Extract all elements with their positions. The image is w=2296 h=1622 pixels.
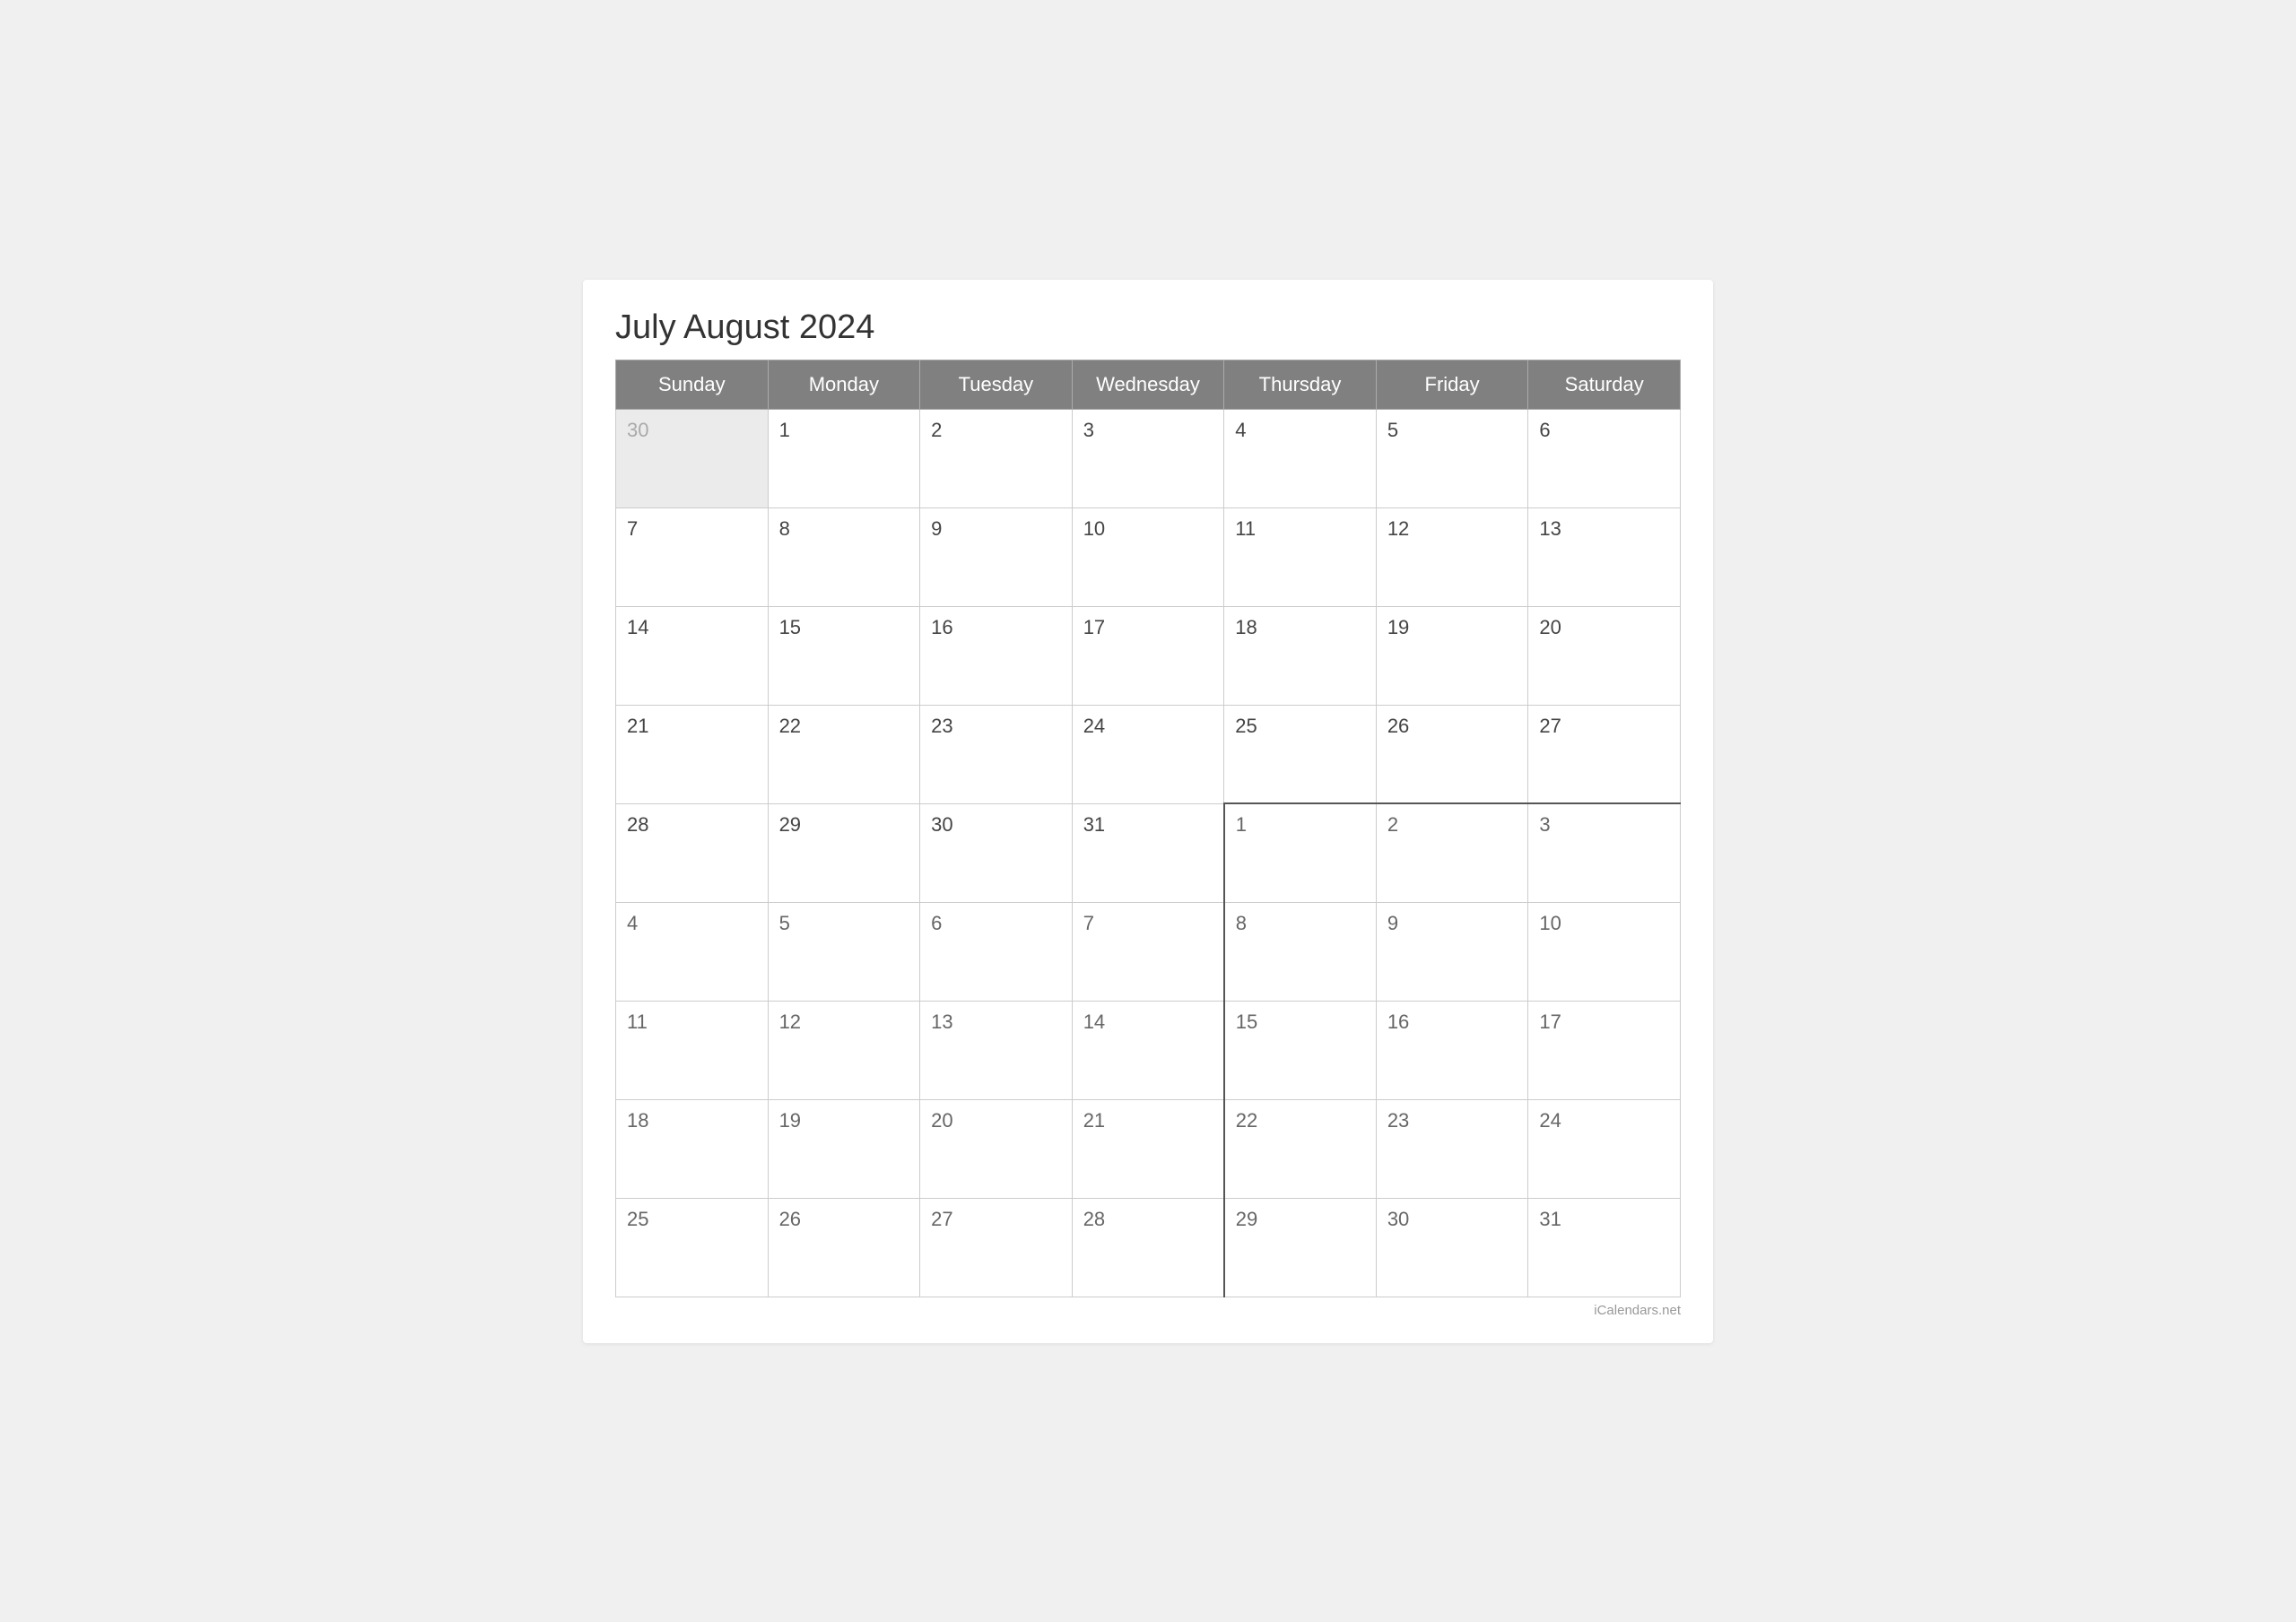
calendar-day[interactable]: 30 bbox=[616, 409, 769, 507]
week-row: 45678910 bbox=[616, 902, 1681, 1001]
calendar-day[interactable]: 19 bbox=[1376, 606, 1528, 705]
week-row: 14151617181920 bbox=[616, 606, 1681, 705]
calendar-day[interactable]: 22 bbox=[768, 705, 920, 803]
calendar-day[interactable]: 29 bbox=[768, 803, 920, 902]
calendar-day[interactable]: 3 bbox=[1072, 409, 1224, 507]
calendar-day[interactable]: 20 bbox=[920, 1099, 1073, 1198]
calendar-day[interactable]: 25 bbox=[616, 1198, 769, 1297]
calendar-day[interactable]: 2 bbox=[1376, 803, 1528, 902]
calendar-day[interactable]: 14 bbox=[1072, 1001, 1224, 1099]
calendar-day[interactable]: 12 bbox=[768, 1001, 920, 1099]
calendar-day[interactable]: 10 bbox=[1072, 507, 1224, 606]
header-cell-saturday: Saturday bbox=[1528, 360, 1681, 409]
calendar-title: July August 2024 bbox=[615, 308, 1681, 347]
header-cell-friday: Friday bbox=[1376, 360, 1528, 409]
calendar-day[interactable]: 26 bbox=[1376, 705, 1528, 803]
calendar-day[interactable]: 16 bbox=[920, 606, 1073, 705]
calendar-day[interactable]: 19 bbox=[768, 1099, 920, 1198]
calendar-day[interactable]: 17 bbox=[1528, 1001, 1681, 1099]
calendar-day[interactable]: 13 bbox=[1528, 507, 1681, 606]
week-row: 78910111213 bbox=[616, 507, 1681, 606]
calendar-day[interactable]: 3 bbox=[1528, 803, 1681, 902]
calendar-table: SundayMondayTuesdayWednesdayThursdayFrid… bbox=[615, 360, 1681, 1297]
calendar-day[interactable]: 15 bbox=[768, 606, 920, 705]
calendar-day[interactable]: 24 bbox=[1072, 705, 1224, 803]
week-row: 11121314151617 bbox=[616, 1001, 1681, 1099]
calendar-day[interactable]: 17 bbox=[1072, 606, 1224, 705]
header-cell-tuesday: Tuesday bbox=[920, 360, 1073, 409]
calendar-day[interactable]: 20 bbox=[1528, 606, 1681, 705]
calendar-day[interactable]: 30 bbox=[920, 803, 1073, 902]
calendar-day[interactable]: 10 bbox=[1528, 902, 1681, 1001]
calendar-day[interactable]: 28 bbox=[616, 803, 769, 902]
header-row: SundayMondayTuesdayWednesdayThursdayFrid… bbox=[616, 360, 1681, 409]
calendar-day[interactable]: 6 bbox=[1528, 409, 1681, 507]
calendar-day[interactable]: 23 bbox=[1376, 1099, 1528, 1198]
calendar-header: SundayMondayTuesdayWednesdayThursdayFrid… bbox=[616, 360, 1681, 409]
calendar-day[interactable]: 24 bbox=[1528, 1099, 1681, 1198]
calendar-day[interactable]: 26 bbox=[768, 1198, 920, 1297]
calendar-day[interactable]: 13 bbox=[920, 1001, 1073, 1099]
header-cell-monday: Monday bbox=[768, 360, 920, 409]
week-row: 25262728293031 bbox=[616, 1198, 1681, 1297]
calendar-day[interactable]: 7 bbox=[1072, 902, 1224, 1001]
calendar-day[interactable]: 1 bbox=[768, 409, 920, 507]
calendar-day[interactable]: 31 bbox=[1528, 1198, 1681, 1297]
calendar-day[interactable]: 7 bbox=[616, 507, 769, 606]
calendar-container: July August 2024 SundayMondayTuesdayWedn… bbox=[583, 280, 1713, 1343]
calendar-day[interactable]: 9 bbox=[1376, 902, 1528, 1001]
week-row: 18192021222324 bbox=[616, 1099, 1681, 1198]
watermark: iCalendars.net bbox=[615, 1303, 1681, 1318]
calendar-day[interactable]: 11 bbox=[616, 1001, 769, 1099]
header-cell-sunday: Sunday bbox=[616, 360, 769, 409]
calendar-body: 3012345678910111213141516171819202122232… bbox=[616, 409, 1681, 1297]
calendar-day[interactable]: 18 bbox=[616, 1099, 769, 1198]
week-row: 28293031123 bbox=[616, 803, 1681, 902]
calendar-day[interactable]: 25 bbox=[1224, 705, 1377, 803]
calendar-day[interactable]: 4 bbox=[1224, 409, 1377, 507]
calendar-day[interactable]: 9 bbox=[920, 507, 1073, 606]
header-cell-thursday: Thursday bbox=[1224, 360, 1377, 409]
calendar-day[interactable]: 18 bbox=[1224, 606, 1377, 705]
header-cell-wednesday: Wednesday bbox=[1072, 360, 1224, 409]
calendar-day[interactable]: 1 bbox=[1224, 803, 1377, 902]
calendar-day[interactable]: 4 bbox=[616, 902, 769, 1001]
calendar-day[interactable]: 30 bbox=[1376, 1198, 1528, 1297]
calendar-day[interactable]: 29 bbox=[1224, 1198, 1377, 1297]
week-row: 30123456 bbox=[616, 409, 1681, 507]
calendar-day[interactable]: 6 bbox=[920, 902, 1073, 1001]
calendar-day[interactable]: 5 bbox=[1376, 409, 1528, 507]
calendar-day[interactable]: 21 bbox=[616, 705, 769, 803]
calendar-day[interactable]: 27 bbox=[920, 1198, 1073, 1297]
calendar-day[interactable]: 28 bbox=[1072, 1198, 1224, 1297]
week-row: 21222324252627 bbox=[616, 705, 1681, 803]
calendar-day[interactable]: 5 bbox=[768, 902, 920, 1001]
calendar-day[interactable]: 23 bbox=[920, 705, 1073, 803]
calendar-day[interactable]: 8 bbox=[768, 507, 920, 606]
calendar-day[interactable]: 11 bbox=[1224, 507, 1377, 606]
calendar-day[interactable]: 12 bbox=[1376, 507, 1528, 606]
calendar-day[interactable]: 15 bbox=[1224, 1001, 1377, 1099]
calendar-day[interactable]: 14 bbox=[616, 606, 769, 705]
calendar-day[interactable]: 27 bbox=[1528, 705, 1681, 803]
calendar-day[interactable]: 16 bbox=[1376, 1001, 1528, 1099]
calendar-day[interactable]: 21 bbox=[1072, 1099, 1224, 1198]
calendar-day[interactable]: 2 bbox=[920, 409, 1073, 507]
calendar-day[interactable]: 22 bbox=[1224, 1099, 1377, 1198]
calendar-day[interactable]: 31 bbox=[1072, 803, 1224, 902]
calendar-day[interactable]: 8 bbox=[1224, 902, 1377, 1001]
